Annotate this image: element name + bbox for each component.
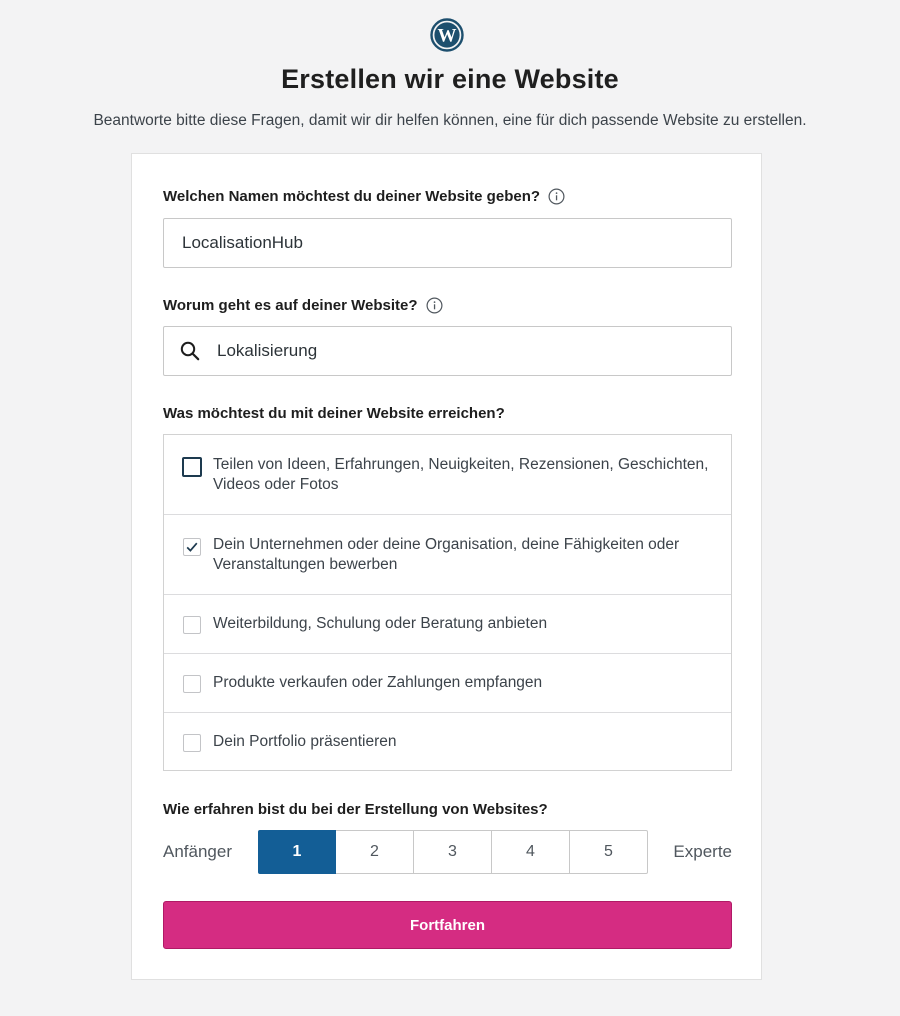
goal-checkbox[interactable] [182, 457, 202, 477]
goals-label: Was möchtest du mit deiner Website errei… [163, 405, 505, 422]
goal-option-sell[interactable]: Produkte verkaufen oder Zahlungen empfan… [164, 654, 731, 713]
wordpress-logo-icon: W [430, 18, 464, 52]
continue-button[interactable]: Fortfahren [163, 901, 732, 949]
experience-level-3[interactable]: 3 [414, 830, 492, 874]
checkmark-icon [186, 542, 198, 552]
experience-label: Wie erfahren bist du bei der Erstellung … [163, 801, 548, 818]
site-setup-form: Welchen Namen möchtest du deiner Website… [131, 153, 762, 980]
site-topic-label: Worum geht es auf deiner Website? [163, 297, 443, 314]
goal-option-portfolio[interactable]: Dein Portfolio präsentieren [164, 713, 731, 772]
experience-scale: Anfänger 1 2 3 4 5 Experte [163, 830, 732, 874]
search-icon [180, 341, 200, 361]
goal-option-label: Weiterbildung, Schulung oder Beratung an… [213, 615, 548, 632]
goal-option-label: Teilen von Ideen, Erfahrungen, Neuigkeit… [213, 456, 709, 493]
goal-option-label: Dein Unternehmen oder deine Organisation… [213, 536, 680, 573]
experience-level-group: 1 2 3 4 5 [258, 830, 648, 874]
experience-min-label: Anfänger [163, 842, 232, 861]
goal-option-education[interactable]: Weiterbildung, Schulung oder Beratung an… [164, 595, 731, 654]
goal-option-label: Produkte verkaufen oder Zahlungen empfan… [213, 674, 543, 691]
page-subtitle: Beantworte bitte diese Fragen, damit wir… [93, 112, 807, 129]
site-topic-input[interactable]: Lokalisierung [163, 326, 732, 376]
page-title: Erstellen wir eine Website [281, 64, 619, 94]
goal-option-label: Dein Portfolio präsentieren [213, 733, 397, 750]
goal-checkbox[interactable] [183, 616, 201, 634]
experience-max-label: Experte [673, 842, 732, 861]
goal-checkbox[interactable] [183, 538, 201, 556]
goal-option-share[interactable]: Teilen von Ideen, Erfahrungen, Neuigkeit… [164, 435, 731, 515]
experience-level-1[interactable]: 1 [258, 830, 336, 874]
info-icon[interactable] [548, 188, 565, 205]
goals-list: Teilen von Ideen, Erfahrungen, Neuigkeit… [163, 434, 732, 771]
experience-level-2[interactable]: 2 [336, 830, 414, 874]
experience-level-4[interactable]: 4 [492, 830, 570, 874]
site-name-value: LocalisationHub [182, 233, 303, 252]
experience-level-5[interactable]: 5 [570, 830, 648, 874]
svg-text:W: W [438, 26, 457, 47]
site-name-input[interactable]: LocalisationHub [163, 218, 732, 268]
site-name-label: Welchen Namen möchtest du deiner Website… [163, 188, 565, 205]
info-icon[interactable] [425, 297, 443, 314]
goal-checkbox[interactable] [183, 675, 201, 693]
goal-option-promote[interactable]: Dein Unternehmen oder deine Organisation… [164, 515, 731, 595]
goal-checkbox[interactable] [183, 734, 201, 752]
site-topic-value: Lokalisierung [217, 341, 318, 360]
